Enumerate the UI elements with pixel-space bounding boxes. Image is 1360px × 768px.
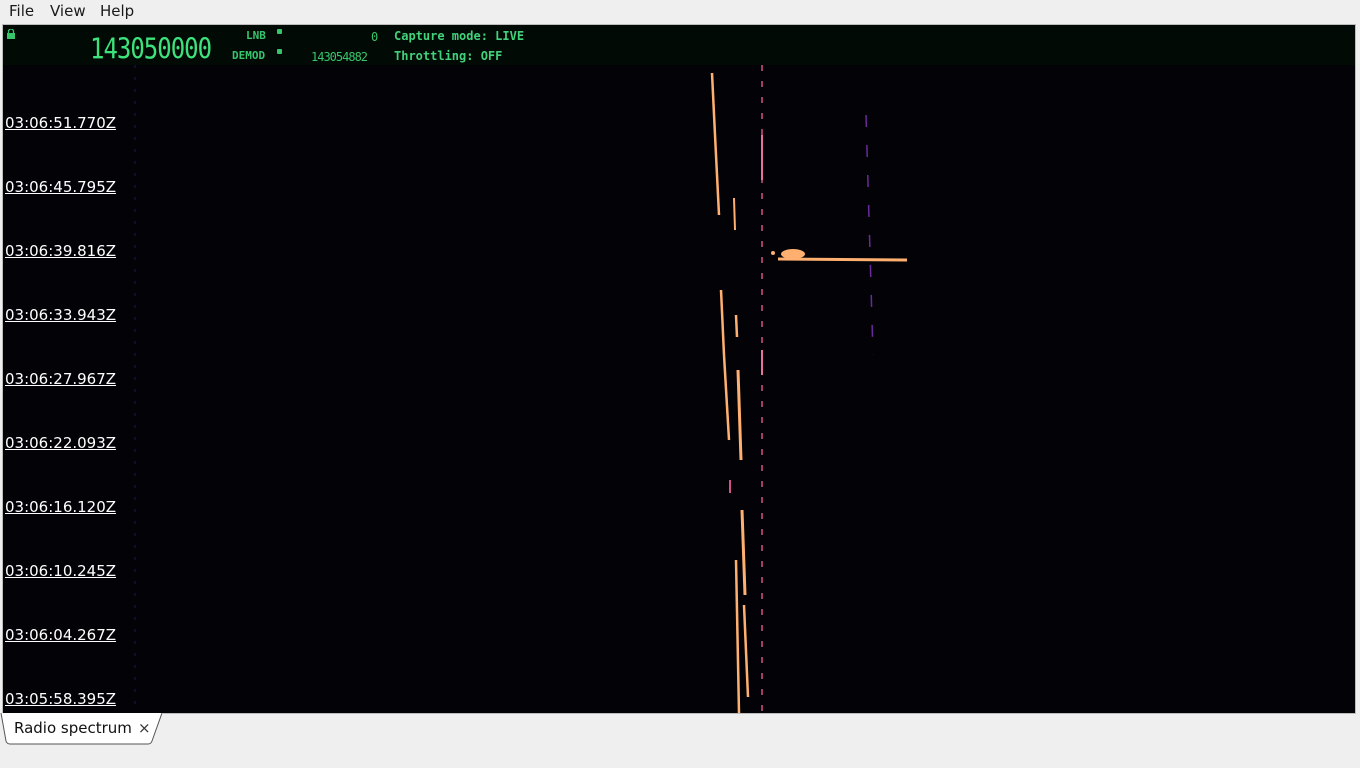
lnb-label: LNB bbox=[246, 29, 266, 42]
menu-help[interactable]: Help bbox=[100, 2, 134, 20]
demod-lock-icon[interactable] bbox=[277, 49, 282, 54]
lock-icon[interactable] bbox=[6, 29, 16, 39]
timestamp-label: 03:06:16.120Z bbox=[5, 498, 117, 516]
menu-file[interactable]: File bbox=[9, 2, 34, 20]
capture-mode-status: Capture mode: LIVE bbox=[394, 29, 525, 43]
demod-label: DEMOD bbox=[232, 49, 266, 62]
tab-bar: Radio spectrum × bbox=[0, 713, 1360, 768]
menu-bar: File View Help bbox=[0, 0, 1360, 22]
timestamp-label: 03:05:58.395Z bbox=[5, 690, 117, 708]
tab-radio-spectrum[interactable]: Radio spectrum × bbox=[0, 713, 162, 745]
waterfall-display[interactable] bbox=[3, 65, 1356, 714]
spectrum-panel: 143050000 LNB 0 DEMOD 143054882 Capture … bbox=[2, 24, 1356, 714]
timestamp-label: 03:06:51.770Z bbox=[5, 114, 117, 132]
tab-label: Radio spectrum bbox=[14, 719, 132, 737]
timestamp-label: 03:06:22.093Z bbox=[5, 434, 117, 452]
timestamp-label: 03:06:27.967Z bbox=[5, 370, 117, 388]
throttling-status: Throttling: OFF bbox=[394, 49, 503, 63]
close-icon[interactable]: × bbox=[138, 719, 151, 737]
main-frequency-display[interactable]: 143050000 bbox=[90, 32, 212, 66]
lnb-lock-icon[interactable] bbox=[277, 29, 282, 34]
timestamp-label: 03:06:33.943Z bbox=[5, 306, 117, 324]
timestamp-label: 03:06:39.816Z bbox=[5, 242, 117, 260]
timestamp-label: 03:06:04.267Z bbox=[5, 626, 117, 644]
menu-view[interactable]: View bbox=[50, 2, 86, 20]
frequency-header: 143050000 LNB 0 DEMOD 143054882 Capture … bbox=[3, 25, 1355, 66]
timestamp-label: 03:06:45.795Z bbox=[5, 178, 117, 196]
timestamp-label: 03:06:10.245Z bbox=[5, 562, 117, 580]
lnb-value[interactable]: 0 bbox=[371, 30, 378, 44]
demod-value[interactable]: 143054882 bbox=[311, 50, 368, 64]
